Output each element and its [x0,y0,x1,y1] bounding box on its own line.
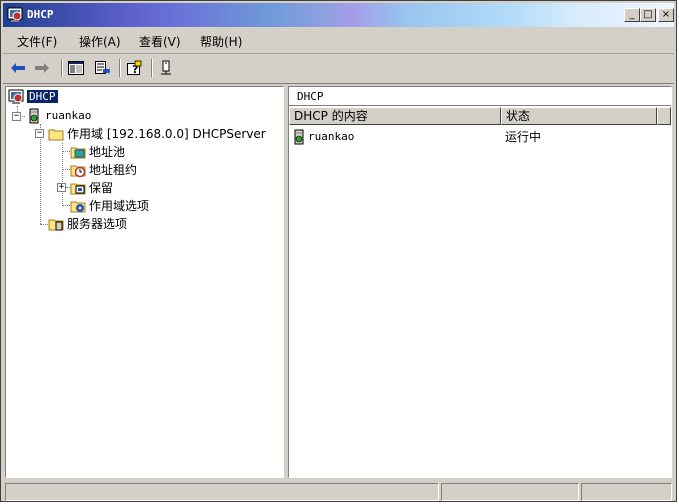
help-button[interactable]: ? [125,59,143,77]
server-options-icon [48,219,64,230]
collapse-scope-toggle[interactable]: − [35,129,44,138]
details-pane[interactable]: DHCP DHCP 的内容 状态 ruankao 运行中 [288,86,672,478]
list-item-name: ruankao [308,130,355,143]
server-icon [294,129,304,144]
maximize-button[interactable]: □ [640,8,656,22]
tree-item-address-pool[interactable]: 地址池 [70,143,125,160]
collapse-server-toggle[interactable]: − [12,112,21,121]
menu-view[interactable]: 查看(V) [139,33,181,50]
help-icon: ? [127,60,142,76]
list-item-status: 运行中 [505,130,542,144]
status-cell-2 [441,483,579,501]
authorize-icon [161,60,171,75]
toolbar-separator [61,59,63,77]
tree-item-label: 地址租约 [89,163,138,177]
scope-options-icon [70,201,86,212]
tree-item-label: 服务器选项 [67,217,128,231]
toolbar: ? [3,55,674,84]
tree-line [40,124,42,224]
window-title: DHCP [27,8,54,21]
column-header-label: 状态 [506,109,531,123]
status-cell-3 [581,483,672,501]
status-bar [3,481,674,501]
close-button[interactable]: × [658,8,674,22]
forward-button[interactable] [33,59,51,77]
list-item[interactable]: ruankao 运行中 [291,128,669,145]
column-header-filler [657,107,671,125]
mmc-window: DHCP _ □ × 文件(F) 操作(A) 查看(V) 帮助(H) ? − −… [0,0,677,502]
tree-item-label: 作用域 [192.168.0.0] DHCPServer [67,127,266,141]
tree-line [62,151,70,153]
tree-item-scope[interactable]: 作用域 [192.168.0.0] DHCPServer [48,125,266,142]
details-header: DHCP [289,87,671,106]
title-bar[interactable]: DHCP _ □ × [3,3,674,27]
console-tree[interactable]: − − + DHCP ruankao 作用域 [192.168.0.0] DHC… [5,86,284,478]
column-header-status[interactable]: 状态 [501,107,657,125]
address-leases-icon [70,165,86,177]
tree-item-scope-options[interactable]: 作用域选项 [70,197,149,214]
menu-help[interactable]: 帮助(H) [200,33,242,50]
tree-item-label: DHCP [27,90,58,103]
reservations-icon [70,183,86,194]
minimize-button[interactable]: _ [624,8,640,22]
address-pool-icon [70,147,86,158]
export-list-icon [95,61,110,75]
column-header-label: DHCP 的内容 [294,109,368,123]
dhcp-root-icon [8,89,24,104]
tree-item-label: 保留 [89,181,114,195]
tree-item-label: ruankao [45,109,92,122]
tree-line [62,169,70,171]
column-header-name[interactable]: DHCP 的内容 [289,107,501,125]
menu-action[interactable]: 操作(A) [79,33,121,50]
details-header-title: DHCP [297,90,324,103]
tree-item-server-options[interactable]: 服务器选项 [48,215,127,232]
server-icon [29,108,39,123]
authorize-button[interactable] [157,59,175,77]
console-tree-icon [68,61,84,75]
menu-bar: 文件(F) 操作(A) 查看(V) 帮助(H) [3,29,674,54]
tree-item-dhcp-root[interactable]: DHCP [8,88,58,105]
folder-open-icon [48,129,64,140]
export-list-button[interactable] [93,59,111,77]
expand-reservations-toggle[interactable]: + [57,183,66,192]
tree-item-reservations[interactable]: 保留 [70,179,113,196]
toolbar-separator [151,59,153,77]
back-arrow-icon [11,63,25,73]
tree-line [62,205,70,207]
tree-item-label: 地址池 [89,145,126,159]
back-button[interactable] [9,59,27,77]
tree-item-address-leases[interactable]: 地址租约 [70,161,137,178]
tree-item-label: 作用域选项 [89,199,150,213]
menu-file[interactable]: 文件(F) [17,33,57,50]
toolbar-separator [119,59,121,77]
dhcp-app-icon [7,7,23,22]
show-hide-tree-button[interactable] [67,59,85,77]
status-cell-main [5,483,439,501]
forward-arrow-icon [35,63,49,73]
tree-item-server[interactable]: ruankao [26,107,91,124]
